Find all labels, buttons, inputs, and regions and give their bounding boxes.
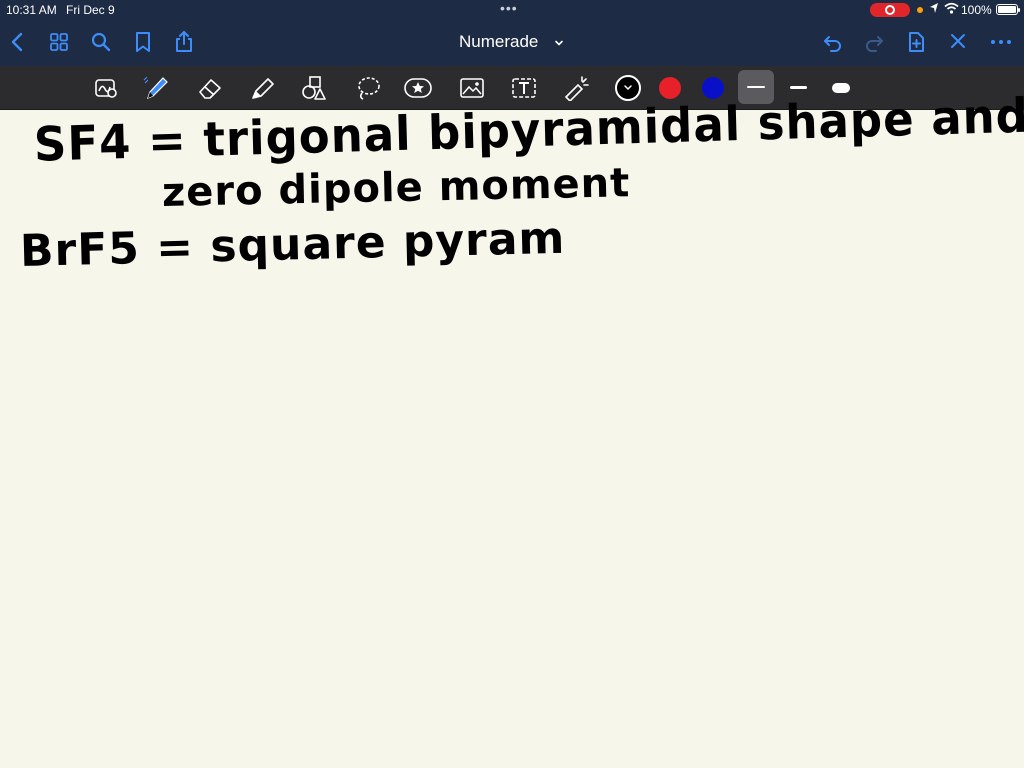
screen-record-icon[interactable] bbox=[870, 3, 910, 17]
multitasking-dots[interactable]: ••• bbox=[500, 0, 518, 16]
mic-indicator-icon bbox=[917, 7, 923, 13]
lasso-tool-icon[interactable] bbox=[354, 75, 382, 101]
note-canvas[interactable]: SF4 = trigonal bipyramidal shape and has… bbox=[0, 84, 1024, 768]
color-red[interactable] bbox=[659, 77, 681, 99]
document-title[interactable]: Numerade bbox=[459, 32, 538, 52]
redo-icon[interactable] bbox=[861, 30, 887, 54]
add-page-icon[interactable] bbox=[903, 30, 929, 54]
close-icon[interactable] bbox=[945, 30, 971, 54]
status-date: Fri Dec 9 bbox=[66, 3, 115, 17]
bookmark-icon[interactable] bbox=[130, 30, 156, 54]
eraser-tool-icon[interactable] bbox=[196, 75, 224, 101]
battery-percentage: 100% bbox=[961, 3, 992, 17]
pen-tool-icon[interactable] bbox=[142, 75, 170, 101]
grid-icon[interactable] bbox=[46, 30, 72, 54]
more-icon[interactable] bbox=[988, 30, 1014, 54]
sticker-tool-icon[interactable] bbox=[404, 75, 432, 101]
handwriting-line: BrF5 = square pyram bbox=[19, 212, 566, 277]
undo-icon[interactable] bbox=[820, 30, 846, 54]
chevron-down-icon[interactable] bbox=[553, 36, 565, 48]
text-tool-icon[interactable] bbox=[510, 75, 538, 101]
status-time: 10:31 AM bbox=[6, 3, 57, 17]
wifi-icon bbox=[944, 2, 959, 17]
navigation-bar: 10:31 AM Fri Dec 9 ••• 100% Numerade bbox=[0, 0, 1024, 66]
handwriting-line: zero dipole moment bbox=[161, 160, 631, 216]
back-icon[interactable] bbox=[6, 30, 32, 54]
highlighter-tool-icon[interactable] bbox=[248, 75, 276, 101]
share-icon[interactable] bbox=[171, 30, 197, 54]
image-tool-icon[interactable] bbox=[458, 75, 486, 101]
status-bar: 10:31 AM Fri Dec 9 ••• 100% bbox=[0, 0, 1024, 20]
lasso-select-tool-icon[interactable] bbox=[93, 75, 121, 101]
shapes-tool-icon[interactable] bbox=[300, 75, 328, 101]
laser-pointer-tool-icon[interactable] bbox=[562, 75, 590, 103]
search-icon[interactable] bbox=[88, 30, 114, 54]
color-black-selected[interactable] bbox=[615, 75, 641, 101]
battery-icon bbox=[996, 4, 1020, 15]
location-icon bbox=[929, 2, 939, 17]
